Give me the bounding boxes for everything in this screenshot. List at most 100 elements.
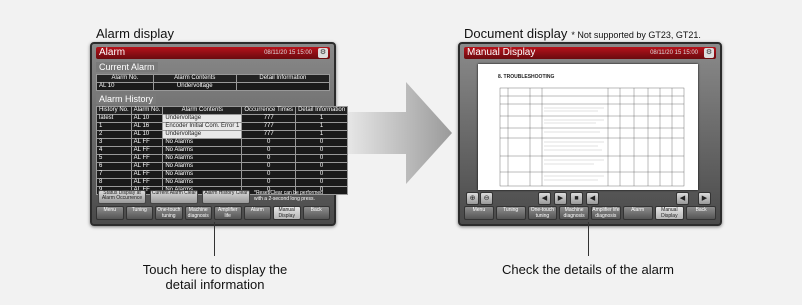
bottom-menu-button[interactable]: Machine diagnosis xyxy=(184,206,212,220)
history-no-cell: 5 xyxy=(96,154,132,163)
detail-info-cell[interactable]: 1 xyxy=(295,122,349,131)
manual-page[interactable]: 8. TROUBLESHOOTING xyxy=(478,64,698,190)
bottom-menu-button[interactable]: Back xyxy=(302,206,330,220)
bottom-menu-button[interactable]: Tuning xyxy=(495,206,526,220)
table-row: 6 AL FF No Alarms 0 0 xyxy=(96,162,349,171)
current-header-contents: Alarm Contents xyxy=(152,74,237,83)
document-screen: Manual Display 08/11/20 15 15:00 ⚙ 8. TR… xyxy=(458,42,722,226)
bottom-menu-button[interactable]: Alarm xyxy=(622,206,653,220)
alarm-no-cell: AL 16 xyxy=(130,122,164,131)
detail-info-cell[interactable]: 1 xyxy=(295,130,349,139)
detail-info-cell[interactable]: 0 xyxy=(295,146,349,155)
history-header-contents: Alarm Contents xyxy=(162,106,243,115)
next-page-icon[interactable]: ■ xyxy=(570,192,583,205)
table-row: latest AL 10 Undervoltage 777 1 xyxy=(96,114,349,123)
detail-info-cell[interactable]: 1 xyxy=(295,114,349,123)
document-pointer-line xyxy=(588,222,589,256)
zoom-out-icon[interactable]: ⊖ xyxy=(480,192,493,205)
occurrence-cell: 0 xyxy=(241,162,297,171)
history-no-cell: latest xyxy=(96,114,132,123)
current-alarm-no: AL 10 xyxy=(96,82,154,91)
detail-info-cell[interactable]: 0 xyxy=(295,154,349,163)
bottom-menu-button[interactable]: One-touch tuning xyxy=(155,206,183,220)
occurrence-cell: 777 xyxy=(241,114,297,123)
history-no-cell: 6 xyxy=(96,162,132,171)
alarm-history-table: History No. Alarm No. Alarm Contents Occ… xyxy=(96,106,349,195)
bottom-menu-button[interactable]: Menu xyxy=(464,206,494,220)
alarm-no-cell: AL FF xyxy=(130,154,164,163)
table-row: 2 AL 10 Undervoltage 777 1 xyxy=(96,130,349,139)
scroll-right-icon[interactable]: ▶ xyxy=(698,192,711,205)
bottom-menu-button[interactable]: Menu xyxy=(96,206,124,220)
bottom-menu-button[interactable]: One-touch tuning xyxy=(527,206,558,220)
alarm-contents-cell: No Alarms xyxy=(162,178,243,187)
bottom-menu-button[interactable]: Tuning xyxy=(125,206,153,220)
current-alarm-contents: Undervoltage xyxy=(152,82,237,91)
occurrence-cell: 0 xyxy=(241,146,297,155)
alarm-no-cell: AL 10 xyxy=(130,114,164,123)
alarm-no-cell: AL FF xyxy=(130,170,164,179)
bottom-menu-button[interactable]: Amplifier life diagnosis xyxy=(591,206,621,220)
alarm-screen-clock: 08/11/20 15 15:00 xyxy=(264,50,312,56)
alarm-pointer-line xyxy=(214,222,215,256)
alarm-no-cell: AL FF xyxy=(130,146,164,155)
reset-note: *Reset/Clear can be performed with a 2-s… xyxy=(254,190,323,202)
history-no-cell: 7 xyxy=(96,170,132,179)
scroll-left-icon[interactable]: ◀ xyxy=(676,192,689,205)
document-screen-clock: 08/11/20 15 15:00 xyxy=(650,50,698,56)
detail-info-cell[interactable]: 0 xyxy=(295,170,349,179)
first-page-icon[interactable]: ◀ xyxy=(538,192,551,205)
table-row: 7 AL FF No Alarms 0 0 xyxy=(96,170,349,179)
table-row: 3 AL FF No Alarms 0 0 xyxy=(96,138,349,147)
bottom-menu-button[interactable]: Back xyxy=(686,206,716,220)
detail-info-cell[interactable]: 0 xyxy=(295,162,349,171)
occurrence-cell: 777 xyxy=(241,130,297,139)
page-navigation: ◀ ▶ ■ ◀ xyxy=(538,192,599,205)
document-display-caption: Document display * Not supported by GT23,… xyxy=(464,26,701,41)
bottom-menu-button[interactable]: Amplifier life diagnosis xyxy=(214,206,242,220)
occurrence-cell: 0 xyxy=(241,170,297,179)
not-supported-note: * Not supported by GT23, GT21. xyxy=(571,30,701,40)
alarm-contents-cell: No Alarms xyxy=(162,162,243,171)
alarm-screen-title: Alarm xyxy=(99,47,126,58)
alarm-history-clear-button[interactable]: Alarm History Clear xyxy=(202,190,250,204)
occurrence-cell: 0 xyxy=(241,178,297,187)
document-bottom-bar: Menu Tuning One-touch tuning Machine diagno… xyxy=(464,206,716,220)
history-header-no: History No. xyxy=(96,106,132,115)
right-arrow-icon xyxy=(348,82,452,184)
status-display-button[interactable]: Status Display at Alarm Occurrence xyxy=(98,190,146,204)
alarm-no-cell: AL FF xyxy=(130,162,164,171)
alarm-contents-cell: No Alarms xyxy=(162,170,243,179)
alarm-display-caption: Alarm display xyxy=(96,26,175,41)
last-page-icon[interactable]: ◀ xyxy=(586,192,599,205)
occurrence-cell: 777 xyxy=(241,122,297,131)
alarm-contents-cell: No Alarms xyxy=(162,138,243,147)
bottom-menu-button[interactable]: Manual Display xyxy=(273,206,301,220)
settings-icon[interactable]: ⚙ xyxy=(318,48,328,58)
document-display-title: Document display xyxy=(464,26,568,41)
bottom-menu-button[interactable]: Alarm xyxy=(243,206,271,220)
alarm-screen-titlebar: Alarm 08/11/20 15 15:00 ⚙ xyxy=(96,47,330,59)
detail-info-cell[interactable]: 0 xyxy=(295,178,349,187)
history-no-cell: 3 xyxy=(96,138,132,147)
history-no-cell: 2 xyxy=(96,130,132,139)
prev-page-icon[interactable]: ▶ xyxy=(554,192,567,205)
bottom-menu-button[interactable]: Machine diagnosis xyxy=(559,206,589,220)
alarm-contents-cell: Encoder Initial Com. Error 1 xyxy=(162,122,243,131)
history-no-cell: 1 xyxy=(96,122,132,131)
alarm-contents-cell: Undervoltage xyxy=(162,130,243,139)
detail-info-cell[interactable]: 0 xyxy=(295,138,349,147)
alarm-contents-cell: Undervoltage xyxy=(162,114,243,123)
zoom-in-icon[interactable]: ⊕ xyxy=(466,192,479,205)
current-alarm-detail-button[interactable] xyxy=(235,82,331,91)
current-alarm-label: Current Alarm xyxy=(96,62,158,72)
current-alarm-clear-button[interactable]: Current Alarm Clear xyxy=(150,190,198,204)
history-header-occurrence: Occurrence Times xyxy=(241,106,297,115)
bottom-menu-button[interactable]: Manual Display xyxy=(654,206,685,220)
table-row: 1 AL 16 Encoder Initial Com. Error 1 777 1 xyxy=(96,122,349,131)
touch-here-line1: Touch here to display the xyxy=(142,262,288,277)
alarm-no-cell: AL FF xyxy=(130,178,164,187)
settings-icon[interactable]: ⚙ xyxy=(704,48,714,58)
table-row: 8 AL FF No Alarms 0 0 xyxy=(96,178,349,187)
current-alarm-table: Alarm No. Alarm Contents Detail Informat… xyxy=(96,74,331,91)
